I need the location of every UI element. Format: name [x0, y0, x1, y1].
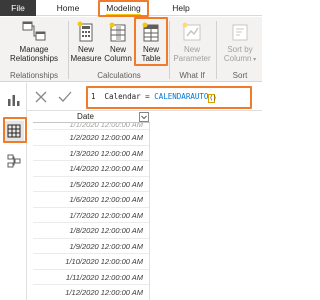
- new-column-button[interactable]: New Column: [102, 21, 134, 63]
- group-label-sort: Sort: [232, 71, 248, 80]
- table-row: 1/6/2020 12:00:00 AM: [33, 192, 149, 208]
- table-row: 1/12/2020 12:00:00 AM: [33, 285, 149, 300]
- sort-icon: [232, 24, 248, 41]
- new-column-label-2: Column: [104, 54, 132, 63]
- new-parameter-label-1: New: [183, 45, 200, 54]
- tab-file[interactable]: File: [0, 0, 36, 16]
- ribbon: Manage Relationships Relationships New M…: [0, 17, 262, 82]
- calculator-icon: [77, 21, 93, 42]
- manage-relationships-label-1: Manage: [19, 45, 49, 54]
- formula-args: (): [208, 94, 217, 103]
- bar-chart-icon: [8, 95, 20, 106]
- new-column-label-1: New: [109, 45, 126, 54]
- group-label-what-if: What If: [179, 71, 205, 80]
- tab-home-label: Home: [56, 3, 80, 13]
- table-row: 1/10/2020 12:00:00 AM: [33, 254, 149, 270]
- new-table-label-1: New: [142, 45, 159, 54]
- group-separator: [68, 21, 69, 79]
- data-grid: Date 1/1/2020 12:00:00 AM 1/2/2020 12:00…: [27, 111, 262, 300]
- report-view-button[interactable]: [4, 90, 24, 110]
- new-parameter-button[interactable]: New Parameter: [171, 21, 213, 63]
- model-diagram-icon: [7, 154, 21, 168]
- tab-home[interactable]: Home: [48, 0, 88, 16]
- ribbon-tab-bar: File Home Modeling Help: [0, 0, 262, 16]
- table-row: 1/8/2020 12:00:00 AM: [33, 223, 149, 239]
- group-separator: [169, 21, 170, 79]
- table-grid-icon: [7, 124, 21, 138]
- new-measure-label-1: New: [77, 45, 94, 54]
- new-parameter-label-2: Parameter: [173, 54, 211, 63]
- view-rail: [0, 83, 27, 300]
- sort-by-column-button[interactable]: Sort by Column ▾: [218, 21, 262, 65]
- formula-table-name: Calendar =: [104, 92, 155, 101]
- group-label-relationships: Relationships: [9, 71, 59, 80]
- data-view-button[interactable]: [4, 121, 24, 141]
- table-row: 1/11/2020 12:00:00 AM: [33, 270, 149, 285]
- formula-line-number: 1: [91, 92, 96, 101]
- tab-modeling[interactable]: Modeling: [95, 0, 152, 16]
- new-column-icon: [109, 22, 126, 42]
- table-row: 1/7/2020 12:00:00 AM: [33, 208, 149, 223]
- formula-function: CALENDARAUTO: [154, 92, 209, 101]
- formula-input[interactable]: 1 Calendar = CALENDARAUTO(): [88, 88, 252, 106]
- group-separator: [216, 21, 217, 79]
- group-label-calculations: Calculations: [97, 71, 141, 80]
- new-measure-label-2: Measure: [70, 54, 102, 63]
- new-table-icon: [142, 22, 159, 42]
- sort-by-column-label-1: Sort by: [227, 45, 253, 54]
- tab-file-label: File: [11, 3, 25, 13]
- parameter-icon: [182, 22, 201, 41]
- table-row: 1/2/2020 12:00:00 AM: [33, 130, 149, 146]
- grid-header: Date: [33, 111, 150, 123]
- sort-by-column-label-2: Column: [223, 54, 252, 63]
- new-table-label-2: Table: [141, 54, 161, 63]
- cancel-x-icon[interactable]: [33, 89, 49, 105]
- tab-modeling-label: Modeling: [106, 2, 141, 16]
- new-table-button[interactable]: New Table: [136, 21, 166, 63]
- manage-relationships-label-2: Relationships: [9, 54, 59, 63]
- grid-body: 1/1/2020 12:00:00 AM 1/2/2020 12:00:00 A…: [33, 123, 150, 300]
- tab-help-label: Help: [172, 3, 190, 13]
- new-measure-button[interactable]: New Measure: [70, 21, 102, 63]
- chevron-down-icon: [141, 115, 147, 120]
- table-row: 1/4/2020 12:00:00 AM: [33, 161, 149, 177]
- model-view-button[interactable]: [4, 151, 24, 171]
- table-row: 1/1/2020 12:00:00 AM: [33, 123, 149, 130]
- filter-dropdown-button[interactable]: [139, 112, 149, 122]
- tab-help[interactable]: Help: [163, 0, 199, 16]
- commit-check-icon[interactable]: [57, 89, 73, 105]
- table-row: 1/5/2020 12:00:00 AM: [33, 177, 149, 192]
- table-row: 1/3/2020 12:00:00 AM: [33, 146, 149, 161]
- chevron-down-icon: ▾: [251, 57, 257, 63]
- table-row: 1/9/2020 12:00:00 AM: [33, 239, 149, 254]
- column-header-date[interactable]: Date: [33, 111, 138, 123]
- relationships-icon: [22, 21, 46, 41]
- manage-relationships-button[interactable]: Manage Relationships: [4, 21, 64, 63]
- formula-bar: 1 Calendar = CALENDARAUTO(): [27, 83, 262, 111]
